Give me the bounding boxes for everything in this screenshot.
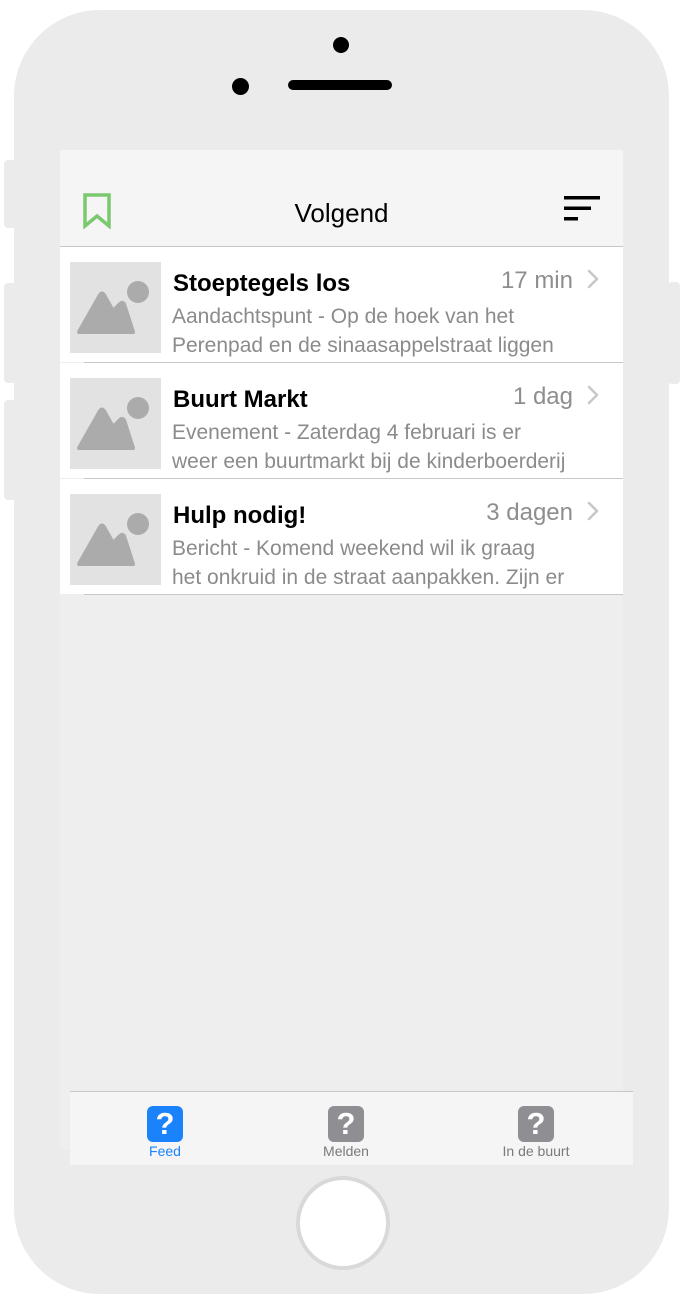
feed-item-description-line: het onkruid in de straat aanpakken. Zijn… <box>172 566 565 589</box>
tab-bar: ? Feed? Melden? In de buurt <box>70 1091 633 1165</box>
tab-label: Feed <box>149 1143 181 1159</box>
help-icon: ? <box>147 1106 183 1142</box>
help-icon: ? <box>518 1106 554 1142</box>
feed-item-description: Evenement - Zaterdag 4 februari is er we… <box>172 418 602 476</box>
feed-item-title: Stoeptegels los <box>173 270 351 297</box>
tab-label: Melden <box>323 1143 369 1159</box>
feed-item-description: Bericht - Komend weekend wil ik graag he… <box>172 534 602 592</box>
image-placeholder-icon <box>70 378 161 469</box>
page-title: Volgend <box>294 198 389 228</box>
feed-item-title: Hulp nodig! <box>173 502 307 529</box>
power-button <box>668 282 680 384</box>
proximity-sensor <box>232 78 249 95</box>
feed-item-time: 1 dag <box>512 383 573 410</box>
sort-icon[interactable] <box>564 196 601 227</box>
front-camera <box>333 37 349 53</box>
earpiece-speaker <box>288 80 392 90</box>
feed-item[interactable]: Buurt Markt 1 dag Evenement - Zaterdag 4… <box>60 363 623 479</box>
app-screen: Volgend Stoeptegels los 17 min Aandachts… <box>60 150 623 1150</box>
feed-item[interactable]: Hulp nodig! 3 dagen Bericht - Komend wee… <box>60 479 623 595</box>
tab-feed[interactable]: ? Feed <box>105 1106 225 1159</box>
tab-in-de-buurt[interactable]: ? In de buurt <box>476 1106 596 1159</box>
image-placeholder-icon <box>70 262 161 353</box>
image-placeholder-icon <box>70 494 161 585</box>
chevron-right-icon <box>587 269 599 294</box>
feed-item-description-line: Aandachtspunt - Op de hoek van het <box>172 305 515 328</box>
feed-item-description-line: Perenpad en de sinaasappelstraat liggen <box>172 334 554 357</box>
help-icon: ? <box>328 1106 364 1142</box>
feed-item-description-line: Evenement - Zaterdag 4 februari is er <box>172 421 522 444</box>
feed-item-description: Aandachtspunt - Op de hoek van het Peren… <box>172 302 602 360</box>
feed-list: Stoeptegels los 17 min Aandachtspunt - O… <box>60 247 623 595</box>
feed-item-description-line: weer een buurtmarkt bij de kinderboerder… <box>172 450 566 473</box>
chevron-right-icon <box>587 501 599 526</box>
feed-item-time: 3 dagen <box>486 499 573 526</box>
feed-item-title: Buurt Markt <box>173 386 308 413</box>
tab-melden[interactable]: ? Melden <box>286 1106 406 1159</box>
feed-item-description-line: Bericht - Komend weekend wil ik graag <box>172 537 536 560</box>
navigation-bar: Volgend <box>60 150 623 247</box>
feed-item[interactable]: Stoeptegels los 17 min Aandachtspunt - O… <box>60 247 623 363</box>
row-divider <box>84 594 623 595</box>
home-button[interactable] <box>296 1176 390 1270</box>
chevron-right-icon <box>587 385 599 410</box>
tab-label: In de buurt <box>502 1143 570 1159</box>
feed-item-time: 17 min <box>500 267 573 294</box>
